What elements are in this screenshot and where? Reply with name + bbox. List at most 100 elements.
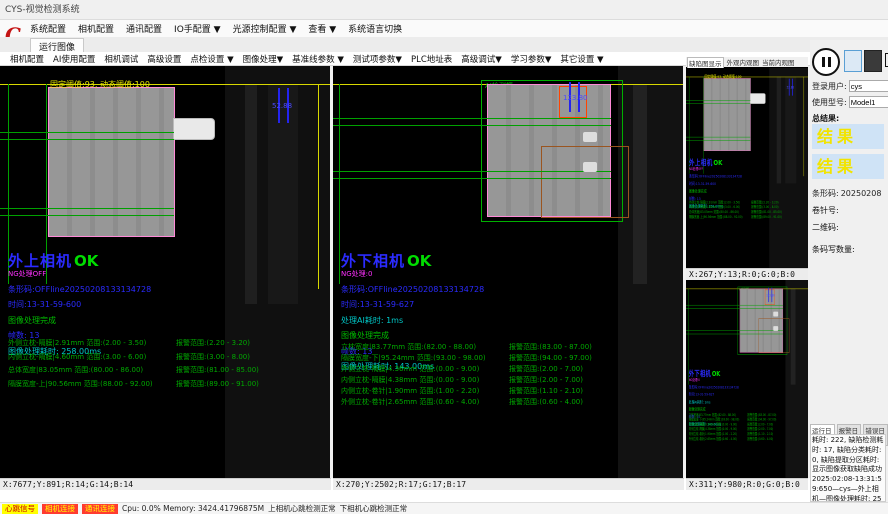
result-ok: OK <box>74 252 98 270</box>
result-box-upper: 结果 <box>812 124 884 149</box>
comm-connection-badge: 通讯连接 <box>82 504 118 514</box>
menu-light-config[interactable]: 光源控制配置 ▼ <box>233 22 297 35</box>
measure-name: 外侧立枕-隔膜|2.91mm 范围:(2.00 - 3.50) <box>8 338 176 352</box>
roi-box <box>541 146 629 218</box>
measurement-row: 外侧立枕-卷针|2.65mm 范围:(0.60 - 4.00)报警范围:(0.6… <box>689 436 807 441</box>
done-line: 图像处理完成 <box>341 330 484 341</box>
mini-lower-camera-view[interactable]: AI检测框 123.80 外下相机OK NG处理:0 条形码:OFFline20… <box>686 280 808 478</box>
toolbar-spot-check[interactable]: 点检设置 ▼ <box>190 53 233 65</box>
tab-defect-view[interactable]: 缺陷图显示 <box>687 57 724 68</box>
alarm-range: 报警范围:(3.00 - 8.00) <box>176 352 326 366</box>
log-text: 耗时: 222, 缺陷检测耗时: 17, 缺陷分类耗时: 0, 缺陷提取分区耗时… <box>810 434 886 502</box>
toolbar-learning-params[interactable]: 学习参数▼ <box>511 53 552 65</box>
measure-line <box>0 208 174 209</box>
exit-button[interactable] <box>882 50 888 70</box>
toolbar-baseline-params[interactable]: 基准线参数 ▼ <box>292 53 344 65</box>
measure-line <box>333 125 611 126</box>
machine-band <box>268 84 298 304</box>
result-ok: OK <box>407 252 431 270</box>
qr-code-label: 二维码: <box>812 222 839 233</box>
operator-button[interactable] <box>864 50 882 72</box>
measurement-table: 外侧立枕-隔膜|2.91mm 范围:(2.00 - 3.50)报警范围:(2.2… <box>689 200 808 219</box>
toolbar-test-params[interactable]: 测试项参数▼ <box>353 53 402 65</box>
time-line: 时间:13-31-59-600 <box>689 181 742 186</box>
measure-name: 隔膜宽度-下|95.24mm 范围:(93.00 - 98.00) <box>341 353 509 364</box>
window-titlebar[interactable]: CYS-视觉检测系统 <box>0 0 888 20</box>
alarm-range: 报警范围:(0.60 - 4.00) <box>509 397 679 408</box>
barcode-row: 条形码: 20250208 <box>812 188 881 199</box>
mini1-coordinate-status: X:267;Y:13;R:0;G:0;B:0 <box>686 268 808 280</box>
machine-band <box>245 84 257 304</box>
login-user-field[interactable] <box>849 80 888 92</box>
pause-button[interactable] <box>812 48 840 76</box>
toolbar-camera-config[interactable]: 相机配置 <box>10 53 44 65</box>
mini2-coordinate-status: X:311;Y:980;R:0;G:0;B:0 <box>686 478 808 490</box>
menu-bar: 系统配置 相机配置 通讯配置 IO手配置 ▼ 光源控制配置 ▼ 查看 ▼ 系统语… <box>0 20 888 37</box>
done-line: 图像处理完成 <box>689 407 739 412</box>
barcode-count-label: 条码写数量: <box>812 244 855 255</box>
machine-band <box>633 84 647 284</box>
upper-camera-heartbeat-status: 上相机心跳检测正常 <box>268 503 336 514</box>
alarm-range: 报警范围:(89.00 - 91.00) <box>176 379 326 393</box>
toolbar-image-processing[interactable]: 图像处理▼ <box>243 53 284 65</box>
tab-outer-view[interactable]: 外观内观图 <box>727 57 760 67</box>
toolbar-advanced-settings[interactable]: 高级设置 <box>147 53 181 65</box>
menu-camera-config[interactable]: 相机配置 <box>78 22 114 35</box>
camera-name: 外下相机 <box>341 252 405 270</box>
menu-io-config[interactable]: IO手配置 ▼ <box>174 22 221 35</box>
model-row: 使用型号: <box>812 96 888 108</box>
measure-line <box>339 84 340 284</box>
measure-name: 外侧立枕-隔膜|4.36mm 范围:(0.00 - 9.00) <box>341 364 509 375</box>
result-ok: OK <box>712 369 721 378</box>
ai-time-line: 处理AI耗时: 1ms <box>341 315 484 326</box>
login-user-button[interactable] <box>844 50 862 72</box>
measurement-table: 外侧立枕-隔膜|2.91mm 范围:(2.00 - 3.50)报警范围:(2.2… <box>8 338 326 392</box>
measurement-row: 外侧立枕-卷针|2.65mm 范围:(0.60 - 4.00)报警范围:(0.6… <box>341 397 679 408</box>
total-result-label: 总结果: <box>812 113 839 124</box>
baseline-yellow-vertical <box>318 84 319 289</box>
reflection-spot <box>773 326 778 331</box>
done-line: 图像处理完成 <box>689 189 742 194</box>
reflection-spot <box>583 132 597 142</box>
alarm-range: 报警范围:(0.60 - 4.00) <box>747 436 806 441</box>
app-window: CYS-视觉检测系统 系统配置 相机配置 通讯配置 IO手配置 ▼ 光源控制配置… <box>0 0 888 522</box>
machine-band <box>791 289 796 385</box>
result-box-lower: 结果 <box>812 154 884 179</box>
toolbar-other-settings[interactable]: 其它设置 ▼ <box>560 53 603 65</box>
measure-line <box>0 215 174 216</box>
measure-line <box>333 178 611 179</box>
lower-camera-heartbeat-status: 下相机心跳检测正常 <box>340 503 408 514</box>
mini-view-tabs: 缺陷图显示 外观内观图 当前内观图 <box>686 57 808 67</box>
model-field[interactable] <box>849 96 888 108</box>
login-user-row: 登录用户: <box>812 80 888 92</box>
machine-band <box>777 77 781 184</box>
toolbar-advanced-debug[interactable]: 高级调试▼ <box>461 53 502 65</box>
toolbar-camera-debug[interactable]: 相机调试 <box>104 53 138 65</box>
toolbar-ai-config[interactable]: AI使用配置 <box>53 53 95 65</box>
menu-view[interactable]: 查看 ▼ <box>308 22 336 35</box>
barcode-label: 条形码: <box>812 188 839 199</box>
measure-name: 隔膜宽度-上|90.56mm 范围:(88.00 - 92.00) <box>689 214 751 219</box>
barcode-line: 条形码:OFFline20250208133134728 <box>341 284 484 295</box>
tab-current-view[interactable]: 当前内观图 <box>762 57 795 67</box>
reflection-spot <box>583 162 597 172</box>
mini-upper-camera-view[interactable]: 52.88 固定阈值:93, 动态阈值:100 外上相机OK NG处理OFF 条… <box>686 68 808 268</box>
upper-camera-view[interactable]: 52.88 固定阈值:93, 动态阈值:100 外上相机OK NG处理OFF 条… <box>0 66 330 478</box>
measure-name: 内侧立枕-隔膜|4.60mm 范围:(3.00 - 6.00) <box>8 352 176 366</box>
menu-system-config[interactable]: 系统配置 <box>30 22 66 35</box>
machine-background <box>618 66 683 478</box>
menu-language-switch[interactable]: 系统语言切换 <box>348 22 402 35</box>
measurement-row: 隔膜宽度-下|95.24mm 范围:(93.00 - 98.00)报警范围:(9… <box>341 353 679 364</box>
caliper-value: 123.80 <box>766 293 775 297</box>
threshold-label: 固定阈值:93, 动态阈值:100 <box>50 79 150 90</box>
barcode-line: 条形码:OFFline20250208133134728 <box>8 284 151 295</box>
menu-comm-config[interactable]: 通讯配置 <box>126 22 162 35</box>
status-bar: 心跳信号 相机连接 通讯连接 Cpu: 0.0% Memory: 3424.41… <box>0 502 888 514</box>
alarm-range: 报警范围:(94.00 - 97.00) <box>509 353 679 364</box>
toolbar-plc-address[interactable]: PLC地址表 <box>411 53 452 65</box>
pause-icon <box>822 57 825 67</box>
alarm-range: 报警范围:(2.00 - 7.00) <box>509 364 679 375</box>
ai-time-line: 处理AI耗时: 1ms <box>689 399 739 404</box>
alarm-range: 报警范围:(83.00 - 87.00) <box>509 342 679 353</box>
lower-camera-view[interactable]: AI检测框 123.80 外下相机OK NG处理:0 条形码:OFFline20… <box>333 66 683 478</box>
